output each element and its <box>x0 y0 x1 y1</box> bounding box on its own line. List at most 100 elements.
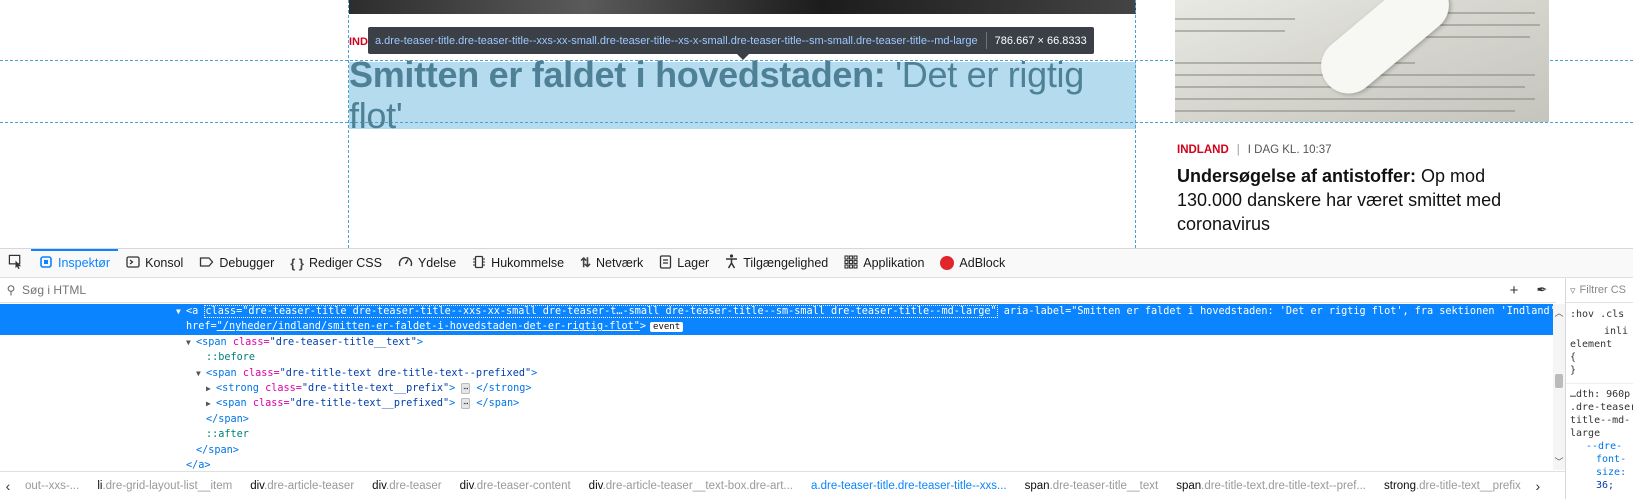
storage-icon <box>659 254 672 272</box>
rule-property[interactable]: font- <box>1566 453 1633 466</box>
markup-row[interactable]: ▼ <span class="dre-teaser-title__text"> <box>0 335 1553 350</box>
collapse-arrow-icon[interactable]: ▼ <box>196 366 206 381</box>
inspector-icon <box>39 255 53 272</box>
tab-label: Tilgængelighed <box>743 256 829 270</box>
eyedropper-icon[interactable]: ✒ <box>1528 282 1556 298</box>
markup-row[interactable]: ▶ <span class="dre-title-text__prefixed">… <box>0 396 1553 411</box>
tab-memory[interactable]: Hukommelse <box>464 249 572 277</box>
markup-row[interactable]: ▼ <span class="dre-title-text dre-title-t… <box>0 366 1553 381</box>
rule-text: } <box>1570 365 1577 376</box>
breadcrumb-item[interactable]: strong.dre-title-text__prefix <box>1375 480 1530 492</box>
scroll-up-icon[interactable]: ︿ <box>1553 306 1565 319</box>
breadcrumb-item-active[interactable]: a.dre-teaser-title.dre-teaser-title--xxs… <box>802 480 1016 492</box>
devtools-panel: Inspektør Konsol Debugger { } Rediger CS… <box>0 248 1633 499</box>
tab-network[interactable]: ⇅ Netværk <box>572 249 651 277</box>
memory-icon <box>472 255 486 272</box>
rule-property[interactable]: size: <box>1566 466 1633 479</box>
breadcrumb-left-arrow-icon[interactable]: ‹ <box>0 478 16 494</box>
html-search-input[interactable] <box>22 283 1500 297</box>
rule-selector: .dre-teaser <box>1570 402 1633 413</box>
teaser-headline-link[interactable]: Smitten er faldet i hovedstaden: 'Det er… <box>349 54 1136 136</box>
console-icon <box>126 255 140 272</box>
debugger-icon <box>199 255 214 272</box>
markup-row-selected[interactable]: ▼ <a class="dre-teaser-title dre-teaser-t… <box>0 304 1553 320</box>
element-picker-button[interactable] <box>0 249 31 277</box>
tab-style-editor[interactable]: { } Rediger CSS <box>282 249 390 277</box>
teaser-section-label: IND <box>349 36 368 48</box>
cls-toggle[interactable]: .cls <box>1600 309 1624 320</box>
markup-row[interactable]: ::before <box>0 350 1553 365</box>
breadcrumb-item[interactable]: span.dre-teaser-title__text <box>1016 480 1168 492</box>
tab-application[interactable]: Applikation <box>836 249 932 277</box>
rule-media: …dth: 960p <box>1566 383 1633 401</box>
rules-pseudo-toggles: :hov .cls <box>1566 303 1633 325</box>
tab-label: Rediger CSS <box>308 256 382 270</box>
search-icon: ⚲ <box>6 283 16 297</box>
tab-performance[interactable]: Ydelse <box>390 249 464 277</box>
breadcrumb-right-arrow-icon[interactable]: › <box>1530 478 1546 494</box>
markup-row[interactable]: ▶ <strong class="dre-title-text__prefix">… <box>0 381 1553 396</box>
accessibility-icon <box>725 254 738 272</box>
markup-row[interactable]: </a> <box>0 458 1553 470</box>
breadcrumb-item[interactable]: span.dre-title-text.dre-title-text--pref… <box>1167 480 1375 492</box>
tab-label: Hukommelse <box>491 256 565 270</box>
tooltip-separator <box>985 32 987 49</box>
rule-text: inli <box>1604 326 1629 337</box>
node-breadcrumbs: ‹ out--xxs-... li.dre-grid-layout-list__… <box>0 471 1565 499</box>
tab-accessibility[interactable]: Tilgængelighed <box>717 249 836 277</box>
picker-icon <box>8 254 23 272</box>
breadcrumb-item[interactable]: div.dre-article-teaser__text-box.dre-art… <box>580 480 802 492</box>
breadcrumb-item[interactable]: div.dre-article-teaser <box>241 480 363 492</box>
breadcrumb-item[interactable]: out--xxs-... <box>16 480 88 492</box>
collapse-arrow-icon[interactable]: ▼ <box>186 335 196 350</box>
tab-debugger[interactable]: Debugger <box>191 249 282 277</box>
rules-filter[interactable]: ▿ Filtrer CS <box>1566 278 1633 303</box>
network-icon: ⇅ <box>580 255 592 270</box>
collapsed-content-button[interactable]: ⋯ <box>461 398 471 410</box>
tab-label: AdBlock <box>959 256 1006 270</box>
scroll-down-icon[interactable]: ﹀ <box>1553 455 1565 468</box>
devtools-toolbar: Inspektør Konsol Debugger { } Rediger CS… <box>0 249 1633 278</box>
side-teaser-section[interactable]: INDLAND <box>1177 144 1229 156</box>
add-node-icon[interactable]: + <box>1500 282 1528 299</box>
tab-console[interactable]: Konsol <box>118 249 191 277</box>
headline-prefix: Smitten er faldet i hovedstaden: <box>349 54 886 95</box>
hero-image[interactable] <box>349 0 1136 14</box>
scrollbar-thumb[interactable] <box>1555 374 1563 388</box>
markup-row[interactable]: ::after <box>0 427 1553 442</box>
style-editor-icon: { } <box>290 255 304 271</box>
meta-divider: | <box>1236 144 1240 156</box>
collapsed-content-button[interactable]: ⋯ <box>461 383 471 394</box>
rule-property[interactable]: --dre- <box>1566 440 1633 453</box>
tab-label: Netværk <box>596 256 644 270</box>
side-teaser-headline-link[interactable]: Undersøgelse af antistoffer: Op mod 130.… <box>1177 164 1537 236</box>
breadcrumb-item[interactable]: div.dre-teaser <box>363 480 450 492</box>
test-kit-shape <box>1309 0 1461 105</box>
tooltip-arrow <box>736 53 750 60</box>
tab-inspector[interactable]: Inspektør <box>31 249 119 277</box>
tab-storage[interactable]: Lager <box>651 249 717 277</box>
page-viewport: IND Smitten er faldet i hovedstaden: 'De… <box>0 0 1633 248</box>
rules-sidebar: ▿ Filtrer CS :hov .cls inli element { } …… <box>1565 278 1633 499</box>
performance-icon <box>398 255 413 272</box>
rule-selector: element <box>1570 339 1613 350</box>
tab-adblock[interactable]: AdBlock <box>932 249 1013 277</box>
markup-row[interactable]: </span> <box>0 412 1553 427</box>
side-teaser-image[interactable] <box>1175 0 1549 122</box>
side-teaser-time: I DAG KL. 10:37 <box>1247 144 1332 156</box>
markup-tree[interactable]: ▼ <a class="dre-teaser-title dre-teaser-t… <box>0 304 1553 470</box>
markup-row[interactable]: </span> <box>0 443 1553 458</box>
rule-value[interactable]: 36; <box>1566 479 1633 492</box>
expand-arrow-icon[interactable]: ▶ <box>206 396 216 411</box>
markup-scrollbar[interactable]: ︿ ﹀ <box>1553 304 1565 470</box>
hov-toggle[interactable]: :hov <box>1570 309 1594 320</box>
markup-row-selected-cont[interactable]: href="/nyheder/indland/smitten-er-faldet… <box>0 319 1553 335</box>
breadcrumb-item[interactable]: li.dre-grid-layout-list__item <box>88 480 241 492</box>
rule-selector: title--md- <box>1570 415 1631 426</box>
tab-label: Applikation <box>863 256 925 270</box>
collapse-arrow-icon[interactable]: ▼ <box>176 304 186 319</box>
event-badge[interactable]: event <box>650 322 684 333</box>
breadcrumb-item[interactable]: div.dre-teaser-content <box>451 480 580 492</box>
rule-selector: large <box>1570 428 1601 439</box>
expand-arrow-icon[interactable]: ▶ <box>206 381 216 396</box>
